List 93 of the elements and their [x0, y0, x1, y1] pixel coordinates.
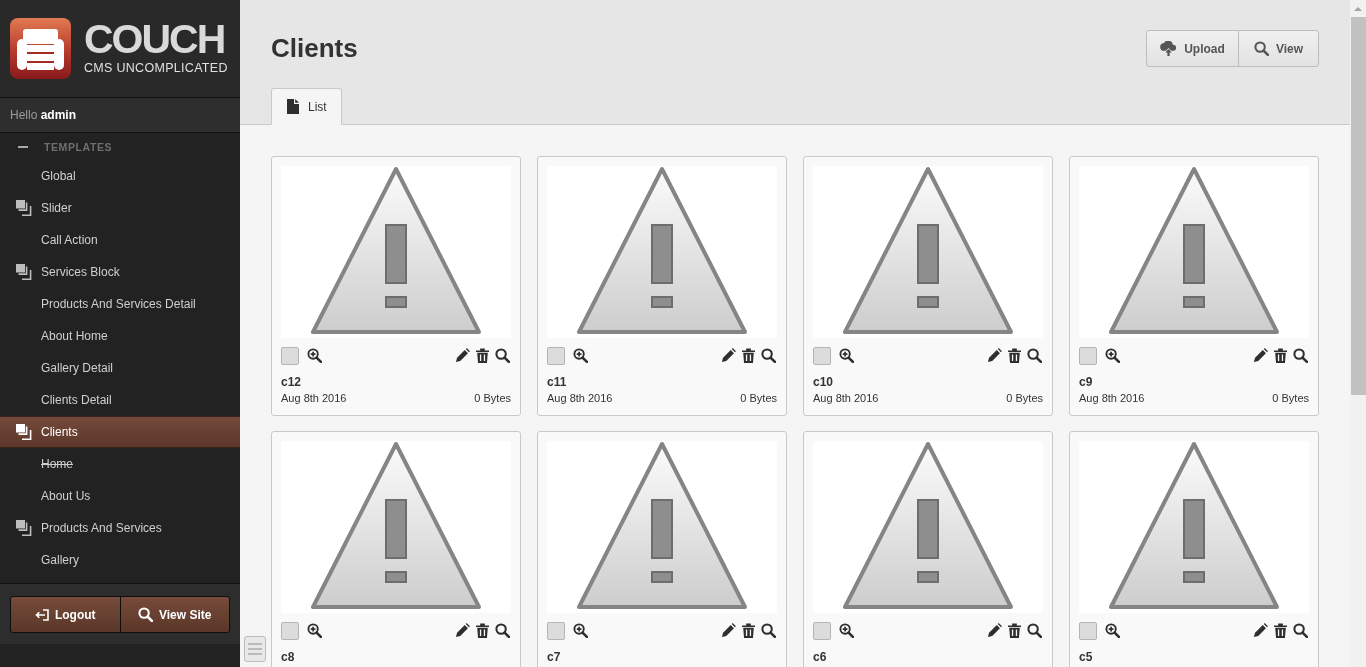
- pencil-icon[interactable]: [987, 623, 1002, 638]
- view-site-button[interactable]: View Site: [119, 596, 230, 633]
- zoom-in-icon[interactable]: [1105, 348, 1120, 363]
- search-icon[interactable]: [761, 348, 776, 363]
- search-icon[interactable]: [761, 623, 776, 638]
- file-date: Aug 8th 2016: [813, 391, 879, 405]
- checkbox[interactable]: [813, 621, 831, 640]
- logout-button[interactable]: Logout: [10, 596, 121, 633]
- nav-item[interactable]: Call Action: [0, 224, 240, 256]
- search-icon[interactable]: [495, 348, 510, 363]
- file-size: 0 Bytes: [740, 391, 777, 405]
- section-heading: TEMPLATES: [44, 140, 113, 153]
- pencil-icon[interactable]: [721, 623, 736, 638]
- file-size: 0 Bytes: [474, 391, 511, 405]
- checkbox[interactable]: [281, 346, 299, 365]
- pencil-icon[interactable]: [455, 348, 470, 363]
- armchair-logo-icon: [10, 18, 71, 79]
- file-size: 0 Bytes: [1272, 391, 1309, 405]
- greeting-text: Hello admin: [10, 108, 77, 122]
- tab[interactable]: List: [271, 88, 342, 125]
- view-button[interactable]: View: [1238, 30, 1319, 67]
- upload-button[interactable]: Upload: [1146, 30, 1239, 67]
- zoom-in-icon[interactable]: [573, 623, 588, 638]
- search-icon[interactable]: [1027, 348, 1042, 363]
- trash-icon[interactable]: [476, 348, 489, 363]
- file-name: c6: [813, 649, 828, 665]
- search-icon[interactable]: [1027, 623, 1042, 638]
- nav-item[interactable]: Products And Services: [0, 512, 240, 544]
- stacked-squares-icon: [16, 424, 32, 440]
- page-title: Clients: [271, 32, 358, 65]
- nav-item[interactable]: Clients Detail: [0, 384, 240, 416]
- trash-icon[interactable]: [1008, 348, 1021, 363]
- pencil-icon[interactable]: [1253, 348, 1268, 363]
- cloud-upload-icon: [1160, 41, 1178, 56]
- nav-item[interactable]: About Home: [0, 320, 240, 352]
- search-icon[interactable]: [1293, 623, 1308, 638]
- pencil-icon[interactable]: [987, 348, 1002, 363]
- file-name: c10: [813, 374, 835, 390]
- file-name: c7: [547, 649, 562, 665]
- trash-icon[interactable]: [742, 348, 755, 363]
- logo-wordmark: COUCH: [84, 21, 225, 57]
- nav-item[interactable]: Gallery Detail: [0, 352, 240, 384]
- file-name: c11: [547, 374, 568, 390]
- logo-tagline: CMS UNCOMPLICATED: [84, 61, 228, 75]
- search-icon[interactable]: [1293, 348, 1308, 363]
- logout-icon: [34, 608, 49, 621]
- nav-item[interactable]: Slider: [0, 192, 240, 224]
- zoom-in-icon[interactable]: [1105, 623, 1120, 638]
- file-name: c5: [1079, 649, 1094, 665]
- checkbox[interactable]: [1079, 346, 1097, 365]
- zoom-in-icon[interactable]: [839, 348, 854, 363]
- checkbox[interactable]: [1079, 621, 1097, 640]
- checkbox[interactable]: [547, 621, 565, 640]
- stacked-squares-icon: [16, 200, 32, 216]
- trash-icon[interactable]: [1274, 623, 1287, 638]
- search-icon[interactable]: [495, 623, 510, 638]
- zoom-in-icon[interactable]: [573, 348, 588, 363]
- zoom-in-icon[interactable]: [839, 623, 854, 638]
- stacked-squares-icon: [16, 520, 32, 536]
- file-name: c8: [281, 649, 296, 665]
- file-name: c9: [1079, 374, 1094, 390]
- file-name: c12: [281, 374, 303, 390]
- file-date: Aug 8th 2016: [281, 391, 347, 405]
- trash-icon[interactable]: [1008, 623, 1021, 638]
- zoom-in-icon[interactable]: [307, 348, 322, 363]
- pencil-icon[interactable]: [455, 623, 470, 638]
- file-date: Aug 8th 2016: [547, 391, 613, 405]
- trash-icon[interactable]: [476, 623, 489, 638]
- nav-item[interactable]: About Us: [0, 480, 240, 512]
- nav-item[interactable]: Services Block: [0, 256, 240, 288]
- pencil-icon[interactable]: [1253, 623, 1268, 638]
- scrollbar-thumb[interactable]: [1350, 17, 1366, 395]
- trash-icon[interactable]: [742, 623, 755, 638]
- checkbox[interactable]: [281, 621, 299, 640]
- search-icon: [1253, 41, 1269, 56]
- checkbox[interactable]: [813, 346, 831, 365]
- stacked-squares-icon: [16, 264, 32, 280]
- file-icon: [287, 99, 299, 114]
- search-icon: [138, 607, 153, 622]
- zoom-in-icon[interactable]: [307, 623, 322, 638]
- nav-item[interactable]: Clients: [0, 416, 240, 448]
- trash-icon[interactable]: [1274, 348, 1287, 363]
- file-size: 0 Bytes: [1006, 391, 1043, 405]
- nav-item[interactable]: Products And Services Detail: [0, 288, 240, 320]
- scrollbar[interactable]: [1350, 0, 1366, 667]
- nav-item[interactable]: Home: [0, 448, 240, 480]
- menu-icon: [248, 643, 262, 655]
- nav-item[interactable]: Gallery: [0, 544, 240, 576]
- nav-item[interactable]: Global: [0, 160, 240, 192]
- checkbox[interactable]: [547, 346, 565, 365]
- file-date: Aug 8th 2016: [1079, 391, 1145, 405]
- minus-icon[interactable]: [18, 145, 28, 148]
- pencil-icon[interactable]: [721, 348, 736, 363]
